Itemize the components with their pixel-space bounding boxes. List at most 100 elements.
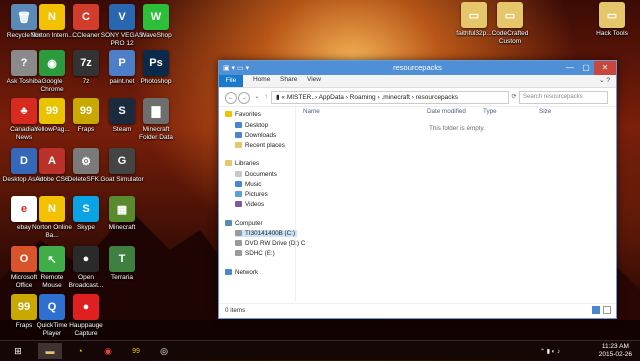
nav-drive-c[interactable]: TI30141400B (C:) <box>245 230 295 237</box>
large-icons-view-icon[interactable] <box>603 306 611 314</box>
taskbar: ⊞ ▬ ◔ ◉ 99 ◎ ⌃ ▮ ◐ ♪ 11:23 AM 2015-02-26 <box>0 340 640 361</box>
pictures-icon <box>235 191 242 197</box>
window-title: resourcepacks <box>393 63 442 72</box>
desktop-icon-minecraft[interactable]: ▦ Minecraft <box>100 196 144 232</box>
address-bar[interactable]: ▮ « MISTER..› AppData › Roaming › .minec… <box>271 91 509 104</box>
empty-folder-message: This folder is empty. <box>429 125 485 132</box>
tab-home[interactable]: Home <box>253 76 270 83</box>
nav-documents[interactable]: Documents <box>245 171 277 178</box>
adobe-cs6-icon: A <box>39 148 65 174</box>
search-input[interactable]: Search resourcepacks <box>519 91 608 104</box>
nav-music[interactable]: Music <box>245 181 261 188</box>
norton-icon: ◔ <box>77 346 83 356</box>
yellowpages-icon: 99 <box>39 98 65 124</box>
open-broadcaster-icon: ● <box>73 246 99 272</box>
terraria-icon: T <box>109 246 135 272</box>
norton-online-backup-icon: N <box>39 196 65 222</box>
goat-simulator-icon: G <box>109 148 135 174</box>
desktop-icon-label: Hauppauge Capture <box>69 322 103 337</box>
codecrafted-icon: ▭ <box>497 2 523 28</box>
desktop-icon-minecraft-folder-data[interactable]: ▇ Minecraft Folder Data <box>134 98 178 141</box>
desktop-icon-codecrafted[interactable]: ▭ CodeCrafted Custom <box>488 2 532 45</box>
close-button[interactable]: ✕ <box>594 61 616 75</box>
desktop-icon-hauppauge[interactable]: ● Hauppauge Capture <box>64 294 108 337</box>
file-list[interactable]: Name Date modified Type Size This folder… <box>297 105 616 301</box>
tab-share[interactable]: Share <box>280 76 297 83</box>
dvd-drive-icon <box>235 240 242 246</box>
details-view-icon[interactable] <box>592 306 600 314</box>
deletesfk-icon: ⚙ <box>73 148 99 174</box>
network-icon <box>225 269 232 275</box>
nav-downloads[interactable]: Downloads <box>245 132 276 139</box>
quicktime-icon: Q <box>39 294 65 320</box>
desktop-icon-waveshop[interactable]: W WaveShop <box>134 4 178 40</box>
taskbar-chrome[interactable]: ◉ <box>96 343 120 359</box>
desktop-icon-hack-tools[interactable]: ▭ Hack Tools <box>590 2 634 38</box>
desktop-icon-goat-simulator[interactable]: G Goat Simulator <box>100 148 144 184</box>
desktop-icon-label: Goat Simulator <box>100 176 144 183</box>
minimize-button[interactable]: — <box>562 61 578 75</box>
recent-places-icon <box>235 142 242 148</box>
maximize-button[interactable]: ▢ <box>578 61 594 75</box>
sd-card-icon <box>235 250 242 256</box>
column-date-modified[interactable]: Date modified <box>427 108 466 115</box>
paint-net-icon: P <box>109 50 135 76</box>
taskbar-file-explorer[interactable]: ▬ <box>38 343 62 359</box>
system-tray[interactable]: ⌃ ▮ ◐ ♪ <box>520 343 580 359</box>
nav-desktop[interactable]: Desktop <box>245 122 268 129</box>
tab-file[interactable]: File <box>219 75 243 87</box>
column-type[interactable]: Type <box>483 108 497 115</box>
nav-network[interactable]: Network <box>235 269 258 276</box>
skype-icon: S <box>73 196 99 222</box>
downloads-icon <box>235 132 242 138</box>
clock-date: 2015-02-26 <box>598 351 632 358</box>
google-chrome-icon: ◉ <box>39 50 65 76</box>
ribbon-tabs: File Home Share View ⌄ ? <box>219 75 616 88</box>
desktop-icon-photoshop[interactable]: Ps Photoshop <box>134 50 178 86</box>
videos-icon <box>235 201 242 207</box>
obs-icon: ◎ <box>160 345 168 356</box>
taskbar-norton[interactable]: ◔ <box>68 343 92 359</box>
ccleaner-icon: C <box>73 4 99 30</box>
hack-tools-icon: ▭ <box>599 2 625 28</box>
nav-recent-places[interactable]: Recent places <box>245 142 285 149</box>
window-titlebar[interactable]: ▣ ▾ ▭ ▾ resourcepacks — ▢ ✕ <box>219 61 616 75</box>
column-size[interactable]: Size <box>539 108 551 115</box>
nav-drive-e[interactable]: SDHC (E:) <box>245 250 275 257</box>
computer-icon <box>225 220 232 226</box>
windows-icon: ⊞ <box>14 345 22 356</box>
nav-favorites[interactable]: Favorites <box>235 111 261 118</box>
clock[interactable]: 11:23 AM 2015-02-26 <box>599 343 632 359</box>
hauppauge-icon: ● <box>73 294 99 320</box>
column-name[interactable]: Name <box>303 108 320 115</box>
nav-videos[interactable]: Videos <box>245 201 264 208</box>
explorer-window[interactable]: ▣ ▾ ▭ ▾ resourcepacks — ▢ ✕ File Home Sh… <box>218 60 617 319</box>
forward-button[interactable]: → <box>238 92 250 104</box>
nav-pictures[interactable]: Pictures <box>245 191 268 198</box>
navigation-pane: Favorites Desktop Downloads Recent place… <box>219 105 305 301</box>
back-button[interactable]: ← <box>225 92 237 104</box>
refresh-button[interactable]: ⟳ <box>509 92 519 102</box>
nav-computer[interactable]: Computer <box>235 220 263 227</box>
chrome-icon: ◉ <box>104 345 112 356</box>
start-button[interactable]: ⊞ <box>6 343 30 359</box>
status-bar: 0 items <box>219 303 616 318</box>
desktop-icon-terraria[interactable]: T Terraria <box>100 246 144 282</box>
desktop-icon-label: Hack Tools <box>596 30 628 37</box>
folder-icon: ▮ « <box>276 94 287 101</box>
up-button[interactable]: ↑ <box>261 92 271 102</box>
photoshop-icon: Ps <box>143 50 169 76</box>
desktop-icon-label: Terraria <box>110 274 134 281</box>
taskbar-fraps[interactable]: 99 <box>124 343 148 359</box>
tab-view[interactable]: View <box>307 76 321 83</box>
7z-icon: 7z <box>73 50 99 76</box>
clock-time: 11:23 AM <box>601 343 629 350</box>
expand-ribbon-icon[interactable]: ⌄ ? <box>599 76 610 84</box>
tray-icons: ⌃ ▮ ◐ ♪ <box>540 348 560 355</box>
taskbar-obs[interactable]: ◎ <box>152 343 176 359</box>
nav-libraries[interactable]: Libraries <box>235 160 259 167</box>
drive-icon <box>235 230 242 236</box>
desktop-icon <box>235 122 242 128</box>
faithful-32pack-icon: ▭ <box>461 2 487 28</box>
waveshop-icon: W <box>143 4 169 30</box>
